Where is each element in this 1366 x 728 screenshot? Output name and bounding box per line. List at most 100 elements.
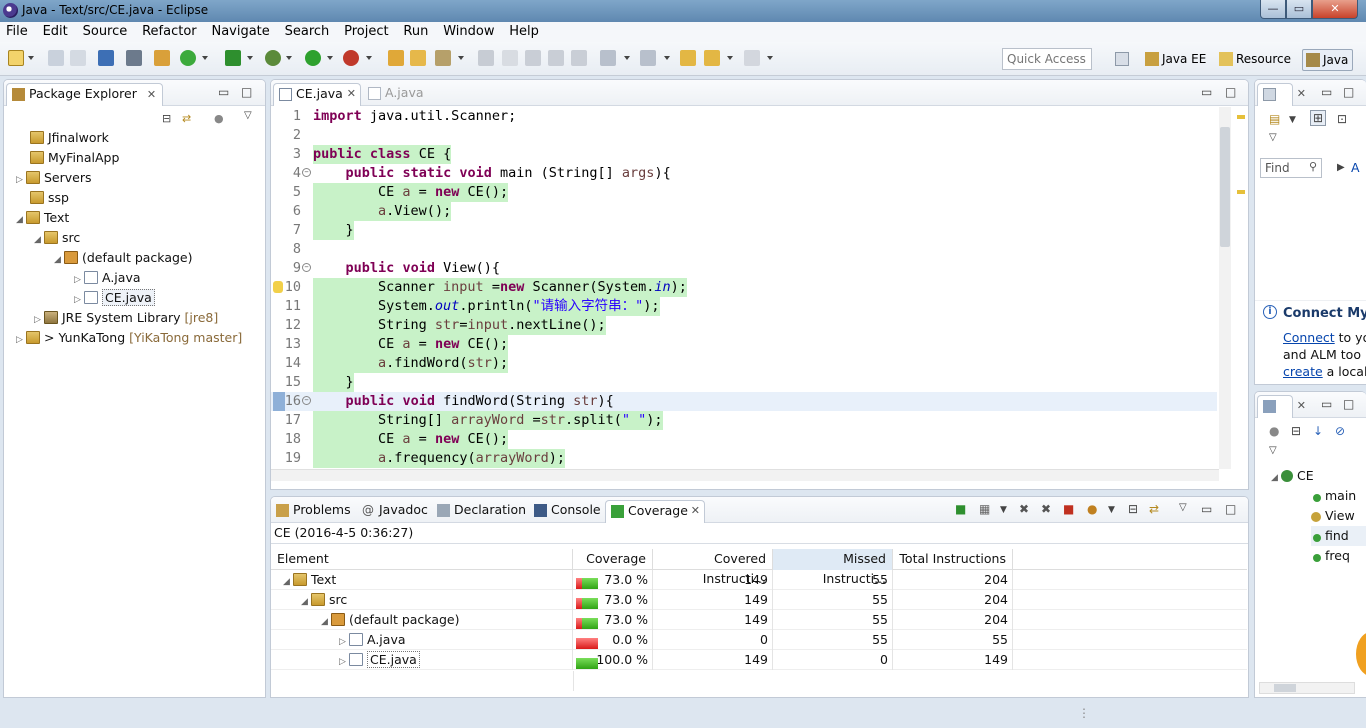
outline-item-freq[interactable]: freq bbox=[1313, 546, 1350, 566]
code-line[interactable]: 2 bbox=[271, 126, 1217, 145]
open-perspective-button[interactable] bbox=[1112, 49, 1134, 71]
maximize-button[interactable]: ▭ bbox=[1286, 0, 1312, 19]
close-button[interactable]: ✕ bbox=[1312, 0, 1358, 19]
block-selection-icon[interactable] bbox=[525, 50, 541, 66]
tree-item-yunkatong[interactable]: ▷ > YunKaTong [YiKaTong master] bbox=[16, 328, 242, 348]
code-line[interactable]: 1 import java.util.Scanner; bbox=[271, 107, 1217, 126]
open-resource-icon[interactable] bbox=[410, 50, 426, 66]
sessions-dropdown-icon[interactable]: ▼ bbox=[1000, 505, 1007, 515]
scheduled-icon[interactable]: ⊡ bbox=[1337, 112, 1347, 126]
col-element[interactable]: Element bbox=[271, 549, 573, 570]
view-menu-icon[interactable]: ▽ bbox=[1179, 502, 1187, 513]
outline-scrollbar[interactable] bbox=[1259, 682, 1355, 694]
new-dropdown-icon[interactable] bbox=[28, 56, 34, 60]
debug-dropdown-icon[interactable] bbox=[286, 56, 292, 60]
tree-item-text[interactable]: ◢ Text bbox=[16, 208, 69, 228]
maximize-view-icon[interactable]: □ bbox=[1343, 85, 1354, 99]
fold-toggle-icon[interactable]: − bbox=[302, 263, 311, 272]
code-line[interactable]: 7 } bbox=[271, 221, 1217, 240]
perspective-java-ee[interactable]: Java EE bbox=[1142, 49, 1210, 71]
tree-item-ssp[interactable]: ssp bbox=[30, 188, 69, 208]
collapse-arrow-icon[interactable]: ◢ bbox=[54, 250, 64, 270]
menu-edit[interactable]: Edit bbox=[37, 22, 73, 39]
tab-problems[interactable]: Problems bbox=[271, 500, 357, 523]
editor-scrollbar[interactable] bbox=[1219, 107, 1231, 469]
code-line[interactable]: 17 String[] arrayWord =str.split(" "); bbox=[271, 411, 1217, 430]
maximize-view-icon[interactable]: □ bbox=[1225, 502, 1236, 516]
menu-refactor[interactable]: Refactor bbox=[136, 22, 202, 39]
save-all-icon[interactable] bbox=[70, 50, 86, 66]
skip-breakpoints-icon[interactable] bbox=[126, 50, 142, 66]
next-annotation-icon[interactable] bbox=[600, 50, 616, 66]
menu-search[interactable]: Search bbox=[279, 22, 335, 39]
menu-navigate[interactable]: Navigate bbox=[205, 22, 274, 39]
fold-toggle-icon[interactable]: − bbox=[302, 168, 311, 177]
categorized-icon[interactable]: ⊞ bbox=[1310, 110, 1327, 126]
new-task-icon[interactable]: ▤ bbox=[1269, 112, 1280, 126]
code-line[interactable]: 16− public void findWord(String str){ bbox=[271, 392, 1217, 411]
coverage-row[interactable]: ◢ Text 73.0 % 149 55 204 bbox=[271, 570, 1247, 590]
coverage-row[interactable]: ◢ src 73.0 % 149 55 204 bbox=[271, 590, 1247, 610]
collapse-all-icon[interactable]: ⊟ bbox=[162, 112, 171, 125]
search-icon[interactable] bbox=[435, 50, 451, 66]
merge-sessions-icon[interactable]: ▦ bbox=[979, 502, 990, 516]
external-tools-dropdown-icon[interactable] bbox=[366, 56, 372, 60]
outline-item-find[interactable]: find bbox=[1311, 526, 1366, 546]
dump-icon[interactable]: ■ bbox=[1063, 502, 1074, 516]
tree-item-jre[interactable]: ▷ JRE System Library [jre8] bbox=[34, 308, 218, 328]
create-link[interactable]: create bbox=[1283, 364, 1323, 379]
terminal-icon[interactable] bbox=[98, 50, 114, 66]
tree-item-ce-java[interactable]: ▷ CE.java bbox=[74, 288, 155, 308]
tab-console[interactable]: Console bbox=[529, 500, 607, 523]
warning-icon[interactable] bbox=[273, 281, 283, 293]
menu-window[interactable]: Window bbox=[437, 22, 499, 39]
minimize-view-icon[interactable]: ▭ bbox=[218, 85, 229, 99]
maximize-view-icon[interactable]: □ bbox=[241, 85, 252, 99]
view-menu-icon[interactable]: ▽ bbox=[1269, 132, 1277, 143]
tree-arrow-icon[interactable]: ◢ bbox=[283, 572, 293, 592]
tree-item-default-package[interactable]: ◢ (default package) bbox=[54, 248, 192, 268]
code-line[interactable]: 6 a.View(); bbox=[271, 202, 1217, 221]
back-dropdown-icon[interactable] bbox=[727, 56, 733, 60]
code-line[interactable]: 9− public void View(){ bbox=[271, 259, 1217, 278]
all-link[interactable]: A bbox=[1351, 160, 1360, 175]
minimize-view-icon[interactable]: ▭ bbox=[1321, 397, 1332, 411]
collapse-arrow-icon[interactable]: ◢ bbox=[16, 210, 26, 230]
close-tab-icon[interactable]: ✕ bbox=[1297, 396, 1306, 416]
new-package-icon[interactable] bbox=[154, 50, 170, 66]
tab-ce-java[interactable]: CE.java ✕ bbox=[273, 83, 361, 106]
open-type-icon[interactable] bbox=[388, 50, 404, 66]
refresh-icon[interactable] bbox=[180, 50, 196, 66]
collapse-all-icon[interactable]: ⊟ bbox=[1128, 502, 1138, 516]
overview-marker[interactable] bbox=[1237, 190, 1245, 194]
close-tab-icon[interactable]: ✕ bbox=[347, 84, 356, 104]
code-line[interactable]: 3 public class CE { bbox=[271, 145, 1217, 164]
tree-item-jfinalwork[interactable]: Jfinalwork bbox=[30, 128, 109, 148]
coverage-dropdown-icon[interactable] bbox=[247, 56, 253, 60]
prev-annotation-icon[interactable] bbox=[640, 50, 656, 66]
menu-help[interactable]: Help bbox=[503, 22, 544, 39]
tree-item-myfinalapp[interactable]: MyFinalApp bbox=[30, 148, 119, 168]
menu-run[interactable]: Run bbox=[397, 22, 433, 39]
tab-javadoc[interactable]: @ Javadoc bbox=[357, 500, 434, 523]
link-editor-icon[interactable]: ⇄ bbox=[182, 112, 191, 125]
refresh-dropdown-icon[interactable] bbox=[202, 56, 208, 60]
tree-arrow-icon[interactable]: ◢ bbox=[301, 592, 311, 612]
save-icon[interactable] bbox=[48, 50, 64, 66]
show-elements-icon[interactable]: ● bbox=[1087, 502, 1097, 516]
code-line[interactable]: 12 String str=input.nextLine(); bbox=[271, 316, 1217, 335]
maximize-view-icon[interactable]: □ bbox=[1343, 397, 1354, 411]
close-tab-icon[interactable]: ✕ bbox=[147, 88, 156, 101]
collapse-arrow-icon[interactable]: ◢ bbox=[34, 230, 44, 250]
expand-arrow-icon[interactable]: ▷ bbox=[74, 290, 84, 310]
overview-marker[interactable] bbox=[1237, 115, 1245, 119]
minimize-view-icon[interactable]: ▭ bbox=[1201, 85, 1212, 99]
show-whitespace-icon[interactable] bbox=[571, 50, 587, 66]
word-wrap-icon[interactable] bbox=[548, 50, 564, 66]
tab-task-list[interactable]: ✕ bbox=[1257, 83, 1306, 106]
maximize-view-icon[interactable]: □ bbox=[1225, 85, 1236, 99]
next-annotation-dropdown-icon[interactable] bbox=[624, 56, 630, 60]
connect-link[interactable]: Connect bbox=[1283, 330, 1335, 345]
code-line[interactable]: 13 CE a = new CE(); bbox=[271, 335, 1217, 354]
outline-class-ce[interactable]: ◢ CE bbox=[1271, 466, 1314, 486]
